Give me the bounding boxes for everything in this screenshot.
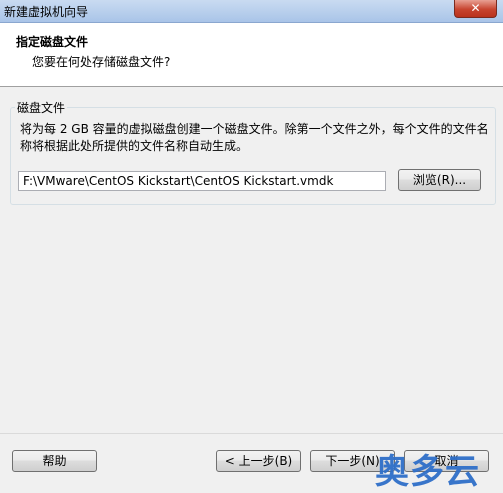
page-title: 指定磁盘文件 bbox=[16, 35, 89, 49]
browse-button[interactable]: 浏览(R)... bbox=[398, 169, 481, 191]
wizard-content: 磁盘文件 将为每 2 GB 容量的虚拟磁盘创建一个磁盘文件。除第一个文件之外，每… bbox=[0, 87, 503, 433]
window-titlebar: 新建虚拟机向导 ✕ bbox=[0, 0, 503, 23]
disk-path-input[interactable] bbox=[18, 171, 386, 191]
disk-file-group-label: 磁盘文件 bbox=[15, 99, 68, 116]
close-icon: ✕ bbox=[470, 1, 481, 15]
window-title: 新建虚拟机向导 bbox=[4, 5, 89, 19]
disk-file-description: 将为每 2 GB 容量的虚拟磁盘创建一个磁盘文件。除第一个文件之外，每个文件的文… bbox=[20, 122, 489, 153]
back-button[interactable]: < 上一步(B) bbox=[216, 450, 301, 472]
page-subtitle: 您要在何处存储磁盘文件? bbox=[32, 55, 171, 69]
help-button[interactable]: 帮助 bbox=[12, 450, 97, 472]
wizard-footer: 帮助 < 上一步(B) 下一步(N) 取消 奥多云 bbox=[0, 433, 503, 492]
watermark-logo: 奥多云 bbox=[375, 452, 480, 492]
close-button[interactable]: ✕ bbox=[454, 0, 497, 18]
wizard-header: 指定磁盘文件 您要在何处存储磁盘文件? bbox=[0, 23, 503, 87]
